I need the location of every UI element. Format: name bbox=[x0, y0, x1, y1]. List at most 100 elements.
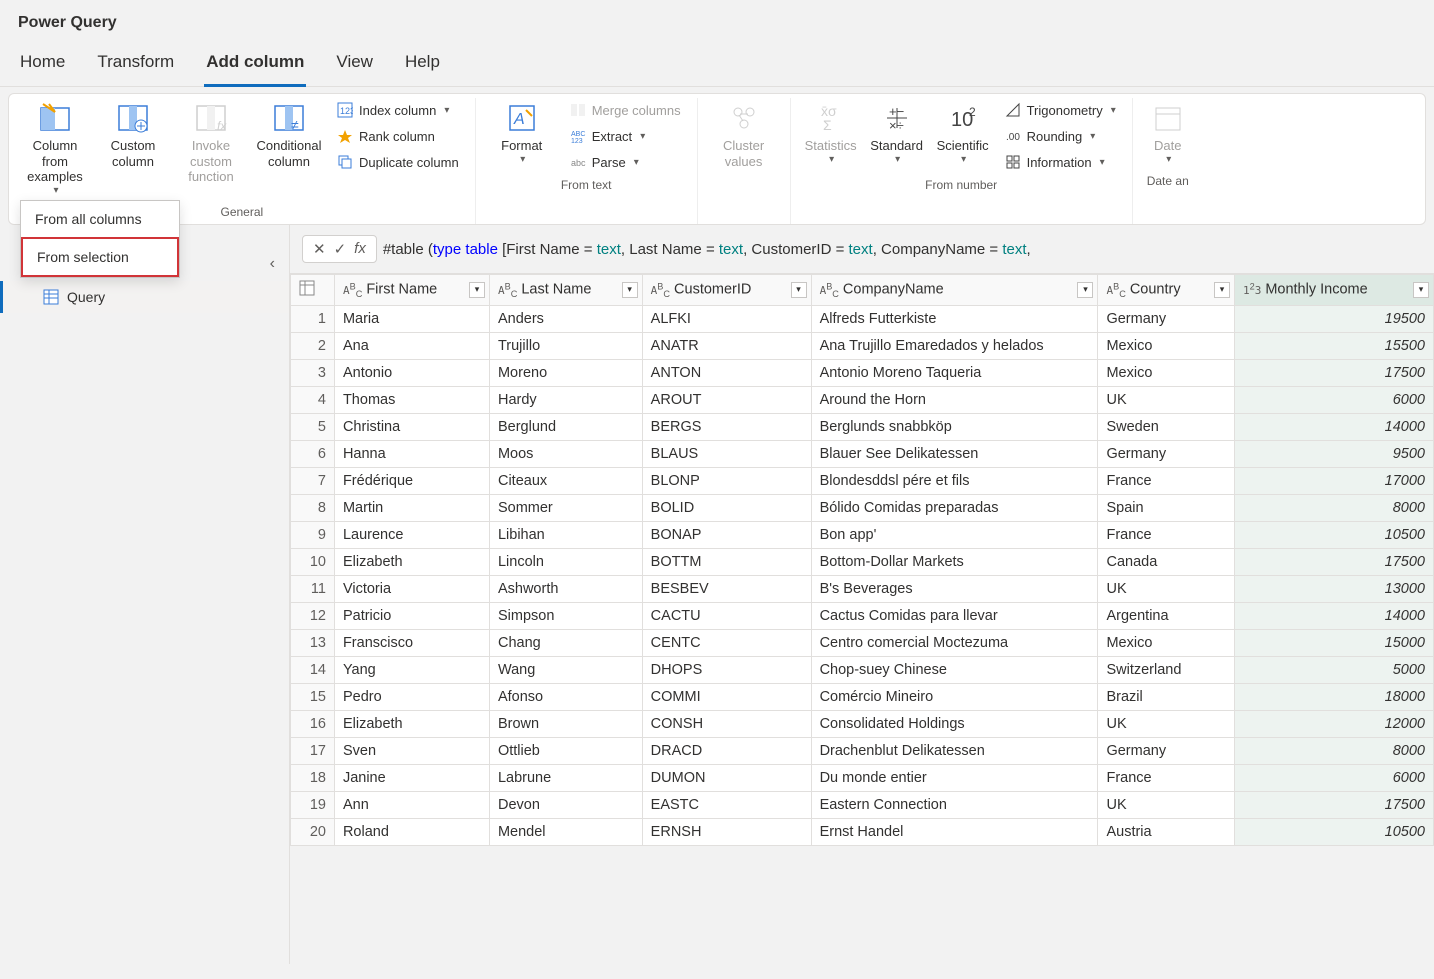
cell[interactable]: Victoria bbox=[334, 575, 489, 602]
cell[interactable]: Berglunds snabbköp bbox=[811, 413, 1098, 440]
column-from-examples-button[interactable]: Column from examples▾ bbox=[19, 100, 91, 199]
table-row[interactable]: 4ThomasHardyAROUTAround the HornUK6000 bbox=[291, 386, 1434, 413]
collapse-pane-button[interactable]: ‹ bbox=[270, 255, 275, 273]
column-header-companyname[interactable]: ABCCompanyName▾ bbox=[811, 274, 1098, 305]
cell[interactable]: France bbox=[1098, 521, 1235, 548]
cell[interactable]: 10500 bbox=[1234, 818, 1433, 845]
cell[interactable]: Elizabeth bbox=[334, 710, 489, 737]
formula-controls[interactable]: ✕ ✓ fx bbox=[302, 235, 377, 263]
table-row[interactable]: 16ElizabethBrownCONSHConsolidated Holdin… bbox=[291, 710, 1434, 737]
cell[interactable]: CENTC bbox=[642, 629, 811, 656]
cell[interactable]: Christina bbox=[334, 413, 489, 440]
column-filter-button[interactable]: ▾ bbox=[1413, 282, 1429, 298]
cell[interactable]: UK bbox=[1098, 791, 1235, 818]
cell[interactable]: BLAUS bbox=[642, 440, 811, 467]
tab-home[interactable]: Home bbox=[18, 42, 67, 86]
cell[interactable]: Hanna bbox=[334, 440, 489, 467]
cell[interactable]: AROUT bbox=[642, 386, 811, 413]
cell[interactable]: 6000 bbox=[1234, 386, 1433, 413]
cell[interactable]: Laurence bbox=[334, 521, 489, 548]
cell[interactable]: 8000 bbox=[1234, 737, 1433, 764]
cell[interactable]: Mexico bbox=[1098, 359, 1235, 386]
cell[interactable]: Wang bbox=[489, 656, 642, 683]
cell[interactable]: Bottom-Dollar Markets bbox=[811, 548, 1098, 575]
tab-view[interactable]: View bbox=[334, 42, 375, 86]
cell[interactable]: B's Beverages bbox=[811, 575, 1098, 602]
cell[interactable]: Thomas bbox=[334, 386, 489, 413]
table-row[interactable]: 19AnnDevonEASTCEastern ConnectionUK17500 bbox=[291, 791, 1434, 818]
cell[interactable]: Janine bbox=[334, 764, 489, 791]
cell[interactable]: Sommer bbox=[489, 494, 642, 521]
column-filter-button[interactable]: ▾ bbox=[469, 282, 485, 298]
cell[interactable]: Du monde entier bbox=[811, 764, 1098, 791]
query-item[interactable]: Query bbox=[0, 281, 289, 313]
cell[interactable]: Sweden bbox=[1098, 413, 1235, 440]
scientific-button[interactable]: 102 Scientific▾ bbox=[933, 100, 993, 168]
cell[interactable]: 17500 bbox=[1234, 359, 1433, 386]
cell[interactable]: Pedro bbox=[334, 683, 489, 710]
cell[interactable]: CONSH bbox=[642, 710, 811, 737]
cell[interactable]: Moreno bbox=[489, 359, 642, 386]
column-filter-button[interactable]: ▾ bbox=[791, 282, 807, 298]
custom-column-button[interactable]: Custom column bbox=[97, 100, 169, 171]
cell[interactable]: Lincoln bbox=[489, 548, 642, 575]
format-button[interactable]: A Format▾ bbox=[486, 100, 558, 168]
cell[interactable]: France bbox=[1098, 764, 1235, 791]
cell[interactable]: 17500 bbox=[1234, 791, 1433, 818]
column-header-monthly-income[interactable]: 123Monthly Income▾ bbox=[1234, 274, 1433, 305]
cell[interactable]: Maria bbox=[334, 305, 489, 332]
trigonometry-button[interactable]: Trigonometry▾ bbox=[999, 100, 1122, 120]
table-row[interactable]: 8MartinSommerBOLIDBólido Comidas prepara… bbox=[291, 494, 1434, 521]
cell[interactable]: Martin bbox=[334, 494, 489, 521]
cell[interactable]: 14000 bbox=[1234, 413, 1433, 440]
cell[interactable]: Afonso bbox=[489, 683, 642, 710]
table-row[interactable]: 6HannaMoosBLAUSBlauer See DelikatessenGe… bbox=[291, 440, 1434, 467]
cell[interactable]: BLONP bbox=[642, 467, 811, 494]
from-all-columns-item[interactable]: From all columns bbox=[21, 201, 179, 237]
cell[interactable]: 6000 bbox=[1234, 764, 1433, 791]
cell[interactable]: DHOPS bbox=[642, 656, 811, 683]
cell[interactable]: 18000 bbox=[1234, 683, 1433, 710]
rank-column-button[interactable]: Rank column bbox=[331, 126, 465, 146]
cell[interactable]: Germany bbox=[1098, 305, 1235, 332]
cell[interactable]: Frédérique bbox=[334, 467, 489, 494]
cell[interactable]: Mexico bbox=[1098, 629, 1235, 656]
table-row[interactable]: 11VictoriaAshworthBESBEVB's BeveragesUK1… bbox=[291, 575, 1434, 602]
cell[interactable]: Argentina bbox=[1098, 602, 1235, 629]
cell[interactable]: Germany bbox=[1098, 737, 1235, 764]
cell[interactable]: EASTC bbox=[642, 791, 811, 818]
cell[interactable]: BONAP bbox=[642, 521, 811, 548]
cell[interactable]: 5000 bbox=[1234, 656, 1433, 683]
cell[interactable]: Brown bbox=[489, 710, 642, 737]
cell[interactable]: Moos bbox=[489, 440, 642, 467]
table-row[interactable]: 1MariaAndersALFKIAlfreds FutterkisteGerm… bbox=[291, 305, 1434, 332]
table-row[interactable]: 15PedroAfonsoCOMMIComércio MineiroBrazil… bbox=[291, 683, 1434, 710]
cell[interactable]: Alfreds Futterkiste bbox=[811, 305, 1098, 332]
cell[interactable]: Drachenblut Delikatessen bbox=[811, 737, 1098, 764]
cell[interactable]: Centro comercial Moctezuma bbox=[811, 629, 1098, 656]
column-filter-button[interactable]: ▾ bbox=[622, 282, 638, 298]
cell[interactable]: Eastern Connection bbox=[811, 791, 1098, 818]
cell[interactable]: Bólido Comidas preparadas bbox=[811, 494, 1098, 521]
table-row[interactable]: 18JanineLabruneDUMONDu monde entierFranc… bbox=[291, 764, 1434, 791]
column-filter-button[interactable]: ▾ bbox=[1077, 282, 1093, 298]
formula-text[interactable]: #table (type table [First Name = text, L… bbox=[383, 240, 1031, 258]
cell[interactable]: ANTON bbox=[642, 359, 811, 386]
cell[interactable]: Around the Horn bbox=[811, 386, 1098, 413]
cell[interactable]: ANATR bbox=[642, 332, 811, 359]
cell[interactable]: CACTU bbox=[642, 602, 811, 629]
cell[interactable]: Citeaux bbox=[489, 467, 642, 494]
cell[interactable]: BOLID bbox=[642, 494, 811, 521]
cell[interactable]: Ann bbox=[334, 791, 489, 818]
cell[interactable]: Devon bbox=[489, 791, 642, 818]
table-row[interactable]: 2AnaTrujilloANATRAna Trujillo Emaredados… bbox=[291, 332, 1434, 359]
cell[interactable]: 14000 bbox=[1234, 602, 1433, 629]
cell[interactable]: 13000 bbox=[1234, 575, 1433, 602]
cell[interactable]: Chang bbox=[489, 629, 642, 656]
cell[interactable]: Ottlieb bbox=[489, 737, 642, 764]
cell[interactable]: COMMI bbox=[642, 683, 811, 710]
cell[interactable]: UK bbox=[1098, 710, 1235, 737]
cell[interactable]: France bbox=[1098, 467, 1235, 494]
cell[interactable]: DUMON bbox=[642, 764, 811, 791]
cell[interactable]: Antonio bbox=[334, 359, 489, 386]
